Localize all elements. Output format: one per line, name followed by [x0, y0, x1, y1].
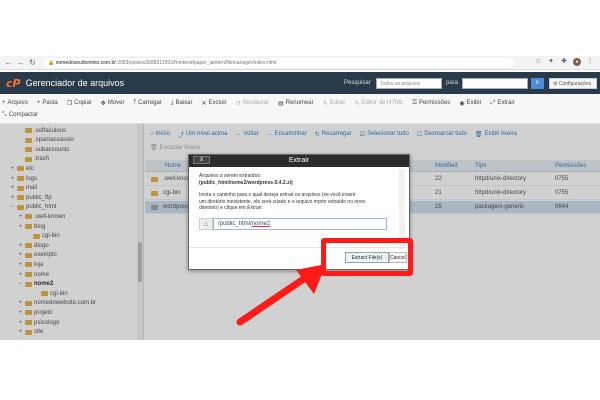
toolbar-compactar-button[interactable]: ⤡ Compactar [2, 112, 38, 119]
toolbar-icon: ❐ [66, 100, 73, 107]
search-for-label: para [446, 80, 459, 86]
toolbar-excluir-button[interactable]: ✕ Excluir [202, 100, 227, 107]
page-title: Gerenciador de arquivos [25, 78, 125, 88]
reload-icon[interactable]: ↻ [28, 58, 37, 67]
settings-button[interactable]: ⚙ Configurações [549, 78, 597, 89]
toolbar-row-1: + Arquivo + Pasta ❐ Copiar ✥ Mover ⤒ Carregar ⤓ Bai… [2, 98, 515, 108]
file-toolbar: + Arquivo + Pasta ❐ Copiar ✥ Mover ⤒ Carregar ⤓ Bai… [0, 94, 600, 124]
toolbar-baixar-button[interactable]: ⤓ Baixar [171, 100, 193, 107]
dialog-title: Extrair [189, 155, 409, 167]
dialog-close-button[interactable]: X [193, 156, 210, 164]
dialog-scrollbar[interactable] [399, 169, 405, 249]
toolbar-icon: ▤ [277, 100, 284, 107]
toolbar-carregar-button[interactable]: ⤒ Carregar [134, 100, 162, 107]
toolbar-label: Exibir [466, 100, 482, 106]
toolbar-icon: + [2, 100, 6, 106]
url-path: :2083/cpsess3088311993/frontend/paper_la… [115, 60, 277, 66]
toolbar-label: Extrair [497, 100, 515, 106]
back-icon[interactable]: ← [4, 58, 13, 67]
forward-icon[interactable]: → [16, 58, 25, 67]
settings-label: Configurações [558, 81, 592, 87]
toolbar-label: Editor de HTML [361, 100, 404, 106]
toolbar-editor-de-html-button[interactable]: ✎ Editor de HTML [354, 100, 403, 107]
search-go-button[interactable]: Ir [531, 78, 544, 89]
toolbar-icon: ✎ [322, 100, 328, 107]
extract-path-input[interactable]: /public_html/nome2 [213, 218, 387, 230]
home-icon: ⌂ [199, 218, 213, 230]
url-host: nomedoseudominio.com.br [55, 60, 116, 66]
extract-path-row: ⌂ /public_html/nome2 [199, 218, 387, 230]
toolbar-permiss-es-button[interactable]: ⚿ Permissões [412, 100, 450, 107]
search-label: Pesquisar [344, 80, 371, 86]
toolbar-icon: ✥ [100, 100, 106, 107]
toolbar-icon: ⤓ [170, 99, 174, 106]
search-scope-select[interactable]: Todos os arquivos [376, 78, 442, 89]
annotation-arrow [236, 264, 326, 326]
toolbar-icon: ✕ [201, 100, 207, 107]
toolbar-exibir-button[interactable]: ◉ Exibir [459, 100, 481, 107]
toolbar-label: Arquivo [7, 100, 28, 106]
toolbar-extrair-button[interactable]: ⤢ Extrair [491, 100, 515, 107]
toolbar-arquivo-button[interactable]: + Arquivo [2, 100, 28, 106]
menu-dots-icon[interactable]: ⋮ [586, 58, 594, 66]
toolbar-restaurar-button[interactable]: ↺ Restaurar [236, 100, 269, 107]
toolbar-label: Copiar [74, 100, 92, 106]
puzzle-icon[interactable]: ✚ [560, 58, 568, 66]
toolbar-label: Pasta [42, 100, 58, 106]
toolbar-icon: ◉ [459, 100, 465, 107]
toolbar-label: Excluir [208, 100, 227, 106]
toolbar-icon: + [36, 100, 41, 106]
toolbar-label: Mover [107, 100, 125, 106]
browser-extensions: ☆ ✦ ✚ ● ⋮ [534, 58, 594, 66]
lock-icon: 🔒 [48, 60, 56, 66]
path-folder: nome2 [251, 221, 271, 227]
toolbar-label: Renomear [285, 100, 314, 106]
toolbar-mover-button[interactable]: ✥ Mover [101, 100, 125, 107]
toolbar-label: Carregar [138, 100, 162, 106]
toolbar-editar-button[interactable]: ✎ Editar [323, 100, 346, 107]
avatar[interactable]: ● [573, 58, 581, 66]
toolbar-label: Compactar [8, 112, 39, 118]
toolbar-icon: ⚿ [412, 99, 417, 106]
cpanel-logo: cP [6, 76, 21, 90]
extension-icon[interactable]: ✦ [547, 58, 555, 66]
toolbar-label: Permissões [418, 100, 451, 106]
bottom-margin [0, 340, 600, 400]
toolbar-icon: ⤡ [2, 111, 7, 118]
toolbar-row-2: ⤡ Compactar [2, 110, 38, 120]
instructions-line-3: diretório) e clique em [199, 205, 246, 211]
toolbar-label: Restaurar [242, 100, 269, 106]
top-margin [0, 0, 600, 56]
toolbar-pasta-button[interactable]: + Pasta [37, 100, 58, 106]
path-prefix: /public_html/ [218, 221, 252, 227]
dialog-body: Arquivos a serem extraídos: (public_html… [199, 173, 399, 212]
toolbar-icon: ⤒ [133, 99, 137, 106]
search-input[interactable] [462, 78, 528, 89]
instructions-emphasis: Extrair [247, 205, 262, 211]
toolbar-icon: ↺ [235, 100, 241, 107]
toolbar-label: Baixar [175, 100, 193, 106]
address-bar[interactable]: 🔒 nomedoseudominio.com.br:2083/cpsess308… [44, 58, 514, 68]
toolbar-renomear-button[interactable]: ▤ Renomear [278, 100, 314, 107]
cpanel-header: cP Gerenciador de arquivos Pesquisar Tod… [0, 72, 600, 94]
toolbar-icon: ✎ [354, 100, 360, 107]
toolbar-icon: ⤢ [490, 99, 496, 106]
toolbar-label: Editar [329, 100, 346, 106]
toolbar-copiar-button[interactable]: ❐ Copiar [67, 100, 92, 107]
star-icon[interactable]: ☆ [534, 58, 542, 66]
